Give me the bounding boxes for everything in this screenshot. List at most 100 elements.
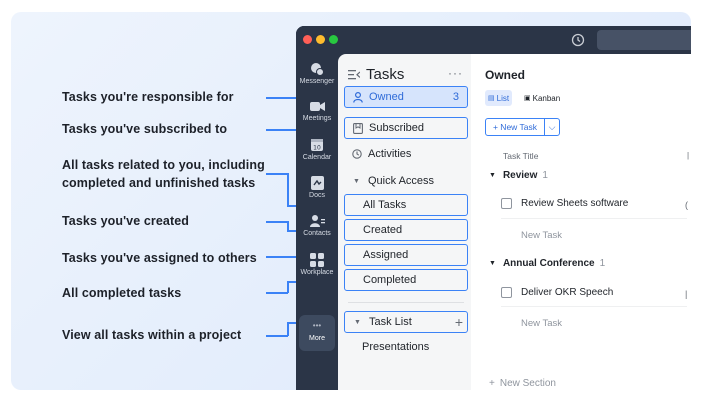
tasks-side-panel: Tasks ··· Owned 3 Subscribed Activities … bbox=[338, 54, 471, 390]
minimize-window-button[interactable] bbox=[316, 35, 325, 44]
close-window-button[interactable] bbox=[303, 35, 312, 44]
caret-down-icon: ▼ bbox=[489, 260, 496, 267]
quick-access-header[interactable]: ▼ Quick Access bbox=[344, 170, 468, 192]
clock-icon bbox=[350, 149, 363, 159]
connector-task-list-vertical bbox=[287, 322, 289, 336]
connector-completed-bottom bbox=[266, 292, 288, 294]
nav-subscribed[interactable]: Subscribed bbox=[344, 117, 468, 139]
person-icon bbox=[351, 91, 364, 103]
rail-label: Contacts bbox=[303, 230, 331, 237]
row-divider bbox=[501, 218, 687, 219]
app-window: Messenger Meetings 10 Calendar Docs Cont… bbox=[296, 26, 691, 390]
more-options-icon[interactable]: ··· bbox=[448, 66, 463, 80]
task-list-label: Task List bbox=[369, 316, 412, 328]
task-list-item-presentations[interactable]: Presentations bbox=[344, 336, 468, 358]
nav-owned-count: 3 bbox=[452, 91, 459, 103]
nav-completed-label: Completed bbox=[363, 274, 417, 286]
nav-all-tasks[interactable]: All Tasks bbox=[344, 194, 468, 216]
group-count: 1 bbox=[599, 258, 606, 269]
caret-down-icon: ▼ bbox=[489, 172, 496, 179]
task-checkbox[interactable] bbox=[501, 198, 512, 209]
group-name: Review bbox=[502, 170, 538, 181]
nav-activities[interactable]: Activities bbox=[344, 143, 468, 165]
callout-created: Tasks you've created bbox=[62, 214, 190, 228]
title-bar bbox=[296, 26, 691, 54]
tab-kanban-label: Kanban bbox=[532, 93, 561, 103]
workplace-grid-icon bbox=[310, 253, 324, 267]
maximize-window-button[interactable] bbox=[329, 35, 338, 44]
task-checkbox[interactable] bbox=[501, 287, 512, 298]
task-list-item-label: Presentations bbox=[362, 341, 430, 353]
task-list-header[interactable]: ▼ Task List + bbox=[344, 311, 468, 333]
rail-label: More bbox=[309, 335, 325, 342]
rail-label: Messenger bbox=[299, 78, 335, 85]
callout-all-tasks-line2: completed and unfinished tasks bbox=[62, 176, 256, 190]
tab-kanban[interactable]: ▣ Kanban bbox=[521, 90, 563, 106]
connector-created-top bbox=[266, 221, 288, 223]
group-header-annual-conference[interactable]: ▼ Annual Conference 1 bbox=[489, 258, 605, 269]
rail-item-calendar[interactable]: 10 Calendar bbox=[296, 138, 338, 161]
rail-item-more[interactable]: ••• More bbox=[299, 315, 335, 351]
panel-title: Tasks bbox=[366, 66, 405, 83]
caret-down-icon: ▼ bbox=[354, 318, 361, 326]
task-title: Review Sheets software bbox=[521, 198, 629, 209]
rail-item-contacts[interactable]: Contacts bbox=[296, 214, 338, 237]
rail-item-meetings[interactable]: Meetings bbox=[296, 100, 338, 122]
kanban-icon: ▣ bbox=[524, 95, 531, 102]
callout-all-tasks-line1: All tasks related to you, including bbox=[62, 158, 265, 172]
task-row-edge: | bbox=[685, 289, 688, 299]
app-rail: Messenger Meetings 10 Calendar Docs Cont… bbox=[296, 54, 338, 390]
new-task-row[interactable]: New Task bbox=[521, 318, 562, 329]
nav-completed[interactable]: Completed bbox=[344, 269, 468, 291]
new-section-button[interactable]: + New Section bbox=[489, 378, 556, 389]
docs-icon bbox=[310, 176, 324, 190]
new-task-button[interactable]: + New Task bbox=[485, 118, 545, 136]
rail-item-docs[interactable]: Docs bbox=[296, 176, 338, 199]
page-title: Owned bbox=[485, 68, 526, 82]
more-dots-icon: ••• bbox=[312, 321, 322, 330]
nav-created[interactable]: Created bbox=[344, 219, 468, 241]
rail-label: Calendar bbox=[302, 154, 332, 161]
task-row-edge: ( bbox=[685, 200, 688, 210]
panel-divider bbox=[348, 302, 464, 303]
plus-icon: + bbox=[489, 378, 495, 389]
nav-all-tasks-label: All Tasks bbox=[363, 199, 407, 211]
add-task-list-icon[interactable]: + bbox=[455, 314, 463, 330]
calendar-badge: 10 bbox=[313, 145, 321, 152]
rail-label: Meetings bbox=[302, 115, 332, 122]
connector-completed-vertical bbox=[287, 281, 289, 293]
row-divider bbox=[501, 306, 687, 307]
calendar-icon: 10 bbox=[311, 139, 323, 152]
group-header-review[interactable]: ▼ Review 1 bbox=[489, 170, 548, 181]
nav-assigned-label: Assigned bbox=[363, 249, 409, 261]
tab-list[interactable]: ▤ List bbox=[485, 90, 513, 106]
nav-owned[interactable]: Owned 3 bbox=[344, 86, 468, 108]
video-camera-icon bbox=[309, 102, 325, 111]
task-title: Deliver OKR Speech bbox=[521, 287, 614, 298]
new-task-dropdown-icon[interactable]: ⌵ bbox=[544, 118, 560, 136]
task-row[interactable]: Review Sheets software bbox=[501, 198, 628, 209]
main-content: Owned ▤ List ▣ Kanban + New Task ⌵ Task … bbox=[471, 54, 691, 390]
connector-all-tasks-top bbox=[266, 173, 288, 175]
rail-item-messenger[interactable]: Messenger bbox=[296, 62, 338, 85]
tab-list-label: List bbox=[496, 93, 510, 103]
group-name: Annual Conference bbox=[502, 258, 595, 269]
history-icon[interactable] bbox=[570, 32, 586, 48]
new-task-row[interactable]: New Task bbox=[521, 230, 562, 241]
new-section-label: New Section bbox=[499, 378, 556, 389]
task-row[interactable]: Deliver OKR Speech bbox=[501, 287, 613, 298]
connector-task-list-bottom bbox=[266, 335, 288, 337]
search-bar[interactable] bbox=[597, 30, 691, 50]
rail-item-workplace[interactable]: Workplace bbox=[296, 253, 338, 276]
nav-assigned[interactable]: Assigned bbox=[344, 244, 468, 266]
callout-subscribed: Tasks you've subscribed to bbox=[62, 122, 228, 136]
nav-owned-label: Owned bbox=[369, 91, 404, 103]
nav-created-label: Created bbox=[363, 224, 403, 236]
rail-label: Docs bbox=[309, 192, 325, 199]
callout-owned: Tasks you're responsible for bbox=[62, 90, 234, 104]
contacts-icon bbox=[309, 215, 325, 227]
group-count: 1 bbox=[542, 170, 548, 181]
collapse-panel-icon[interactable] bbox=[348, 70, 360, 80]
column-header-task-title: Task Title bbox=[503, 151, 539, 161]
callout-task-list: View all tasks within a project bbox=[62, 328, 242, 342]
